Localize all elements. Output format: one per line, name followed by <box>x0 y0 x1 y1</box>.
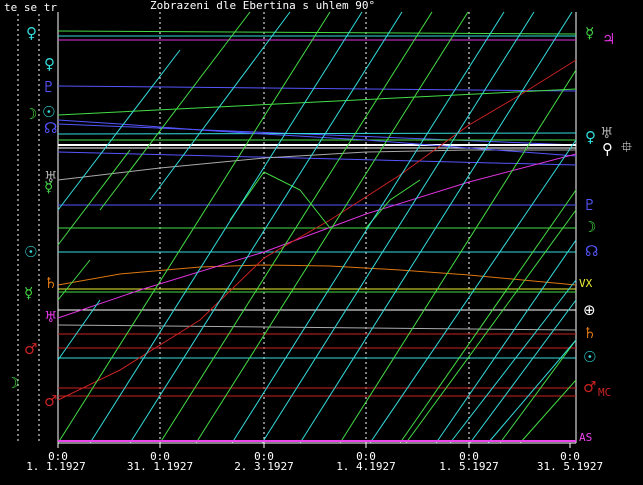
mercury-icon: ☿ <box>24 284 34 302</box>
transit-diagonal <box>57 49 181 211</box>
pluto-icon: ♇ <box>583 196 597 214</box>
mercury-icon: ☿ <box>585 24 595 42</box>
as-label: AS <box>579 431 593 444</box>
mars-icon: ♂ <box>44 392 58 410</box>
transit-curve <box>57 149 576 181</box>
chart-title: Zobrazeni dle Ebertina s uhlem 90° <box>150 0 376 12</box>
transit-diagonal <box>99 11 251 211</box>
uranus-icon: ♅ <box>600 124 614 142</box>
mercury-icon: ☿ <box>44 178 54 196</box>
ebertin-chart: 0:01. 1.19270:031. 1.19270:02. 3.19270:0… <box>17 11 603 473</box>
moon-icon: ☽ <box>24 105 38 123</box>
venus-icon: ♀ <box>585 128 596 146</box>
aspect-line <box>57 132 577 135</box>
sun-icon: ☉ <box>583 348 597 366</box>
pluto-icon: ♇ <box>42 78 56 96</box>
aspect-line <box>57 123 577 146</box>
mars-icon: ♂ <box>24 340 38 358</box>
date-tick-label: 1. 1.1927 <box>26 460 86 473</box>
part-of-fortune-icon: ⊕ <box>583 301 596 319</box>
jupiter-icon: ♃ <box>602 30 616 48</box>
vertex-symbol-icon: ⚲ <box>602 140 613 158</box>
transit-diagonal <box>499 339 577 444</box>
transit-diagonal <box>57 149 131 246</box>
transit-diagonal <box>57 299 101 361</box>
date-tick-label: 31. 5.1927 <box>537 460 603 473</box>
venus-icon: ♀ <box>26 24 37 42</box>
planet-columns-header: te se tr <box>4 1 57 14</box>
venus-icon: ♀ <box>44 55 55 73</box>
transit-diagonal <box>435 239 577 444</box>
date-tick-label: 1. 4.1927 <box>336 460 396 473</box>
transit-diagonal <box>519 379 577 444</box>
aspect-line <box>57 324 577 331</box>
crosshair-icon: ⯐ <box>621 138 633 156</box>
transit-diagonal <box>339 69 577 444</box>
transit-curve <box>57 119 577 157</box>
date-tick-label: 1. 5.1927 <box>439 460 499 473</box>
sun-icon: ☉ <box>24 243 38 261</box>
date-tick-label: 2. 3.1927 <box>234 460 294 473</box>
transit-curve <box>57 264 577 286</box>
uranus-icon: ♅ <box>44 308 58 326</box>
date-tick-label: 31. 1.1927 <box>127 460 193 473</box>
aspect-line <box>57 85 577 92</box>
node-icon: ☊ <box>585 242 599 260</box>
moon-icon: ☽ <box>6 374 20 392</box>
aspect-line <box>57 88 577 116</box>
transit-diagonal <box>487 339 577 444</box>
moon-icon: ☽ <box>583 218 597 236</box>
sun-icon: ☉ <box>42 103 56 121</box>
mc-label: MC <box>598 386 612 399</box>
mars-icon: ♂ <box>583 378 597 396</box>
transit-curve <box>57 153 577 319</box>
saturn-icon: ♄ <box>44 274 58 292</box>
saturn-icon: ♄ <box>583 324 597 342</box>
node-icon: ☊ <box>44 119 58 137</box>
vertex-label: VX <box>579 277 593 290</box>
